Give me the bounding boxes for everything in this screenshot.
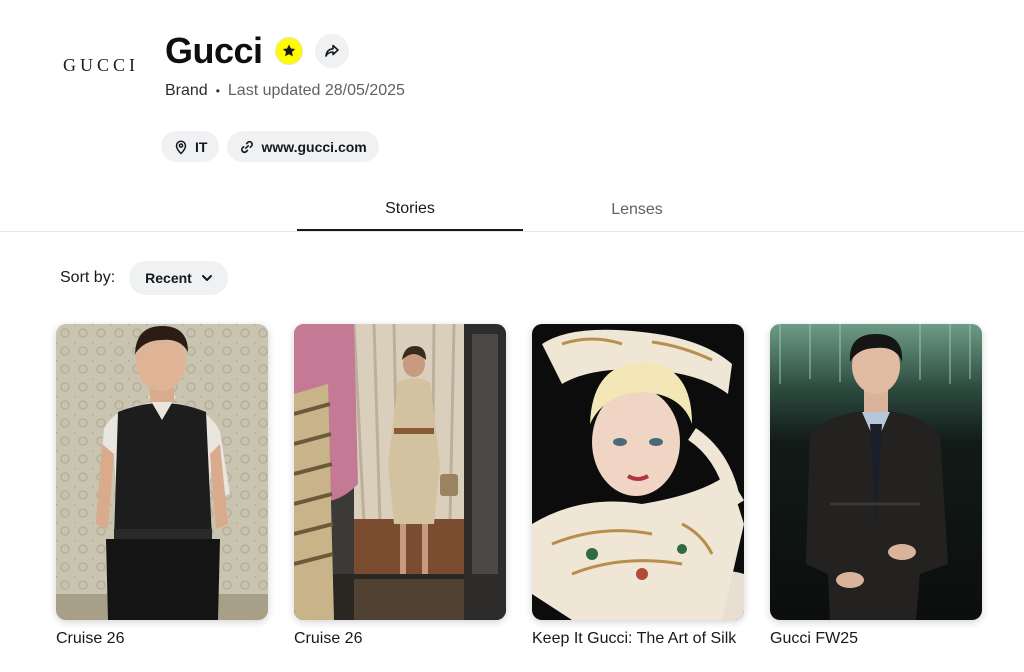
chevron-down-icon xyxy=(201,275,212,281)
story-thumbnail[interactable] xyxy=(56,324,268,620)
story-card[interactable]: Cruise 26 xyxy=(294,324,506,648)
website-chip[interactable]: www.gucci.com xyxy=(227,131,379,162)
page-title: Gucci xyxy=(165,30,263,71)
story-title: Cruise 26 xyxy=(294,630,363,647)
story-thumbnail[interactable] xyxy=(532,324,744,620)
separator-dot: • xyxy=(215,84,220,98)
profile-header: Gucci xyxy=(165,30,349,72)
sort-label: Sort by: xyxy=(60,269,116,286)
tab-lenses[interactable]: Lenses xyxy=(524,188,750,231)
profile-subtitle: Brand • Last updated 28/05/2025 xyxy=(165,82,405,100)
location-pin-icon xyxy=(175,139,187,155)
website-label: www.gucci.com xyxy=(261,138,367,155)
location-chip[interactable]: IT xyxy=(161,131,220,162)
story-title: Keep It Gucci: The Art of Silk xyxy=(532,630,737,647)
link-icon xyxy=(241,140,254,153)
verified-star-icon xyxy=(274,37,303,65)
share-arrow-icon xyxy=(324,44,339,57)
story-thumbnail[interactable] xyxy=(770,324,982,620)
share-button[interactable] xyxy=(314,34,349,68)
story-card[interactable]: Gucci FW25 xyxy=(770,324,982,648)
story-card[interactable]: Cruise 26 xyxy=(56,324,268,648)
profile-type: Brand xyxy=(165,82,208,99)
sort-value: Recent xyxy=(145,270,192,286)
profile-chips: IT www.gucci.com xyxy=(161,131,379,162)
story-title: Cruise 26 xyxy=(56,630,125,647)
sort-control: Sort by: Recent xyxy=(60,261,228,295)
story-thumbnail[interactable] xyxy=(294,324,506,620)
tab-stories[interactable]: Stories xyxy=(297,188,523,231)
location-label: IT xyxy=(195,138,208,155)
story-title: Gucci FW25 xyxy=(770,630,859,647)
brand-logo: GUCCI xyxy=(63,55,140,75)
sort-dropdown[interactable]: Recent xyxy=(129,261,228,295)
story-card[interactable]: Keep It Gucci: The Art of Silk xyxy=(532,324,744,648)
profile-tabs: Stories Lenses xyxy=(0,188,1024,232)
last-updated: Last updated 28/05/2025 xyxy=(227,82,405,99)
